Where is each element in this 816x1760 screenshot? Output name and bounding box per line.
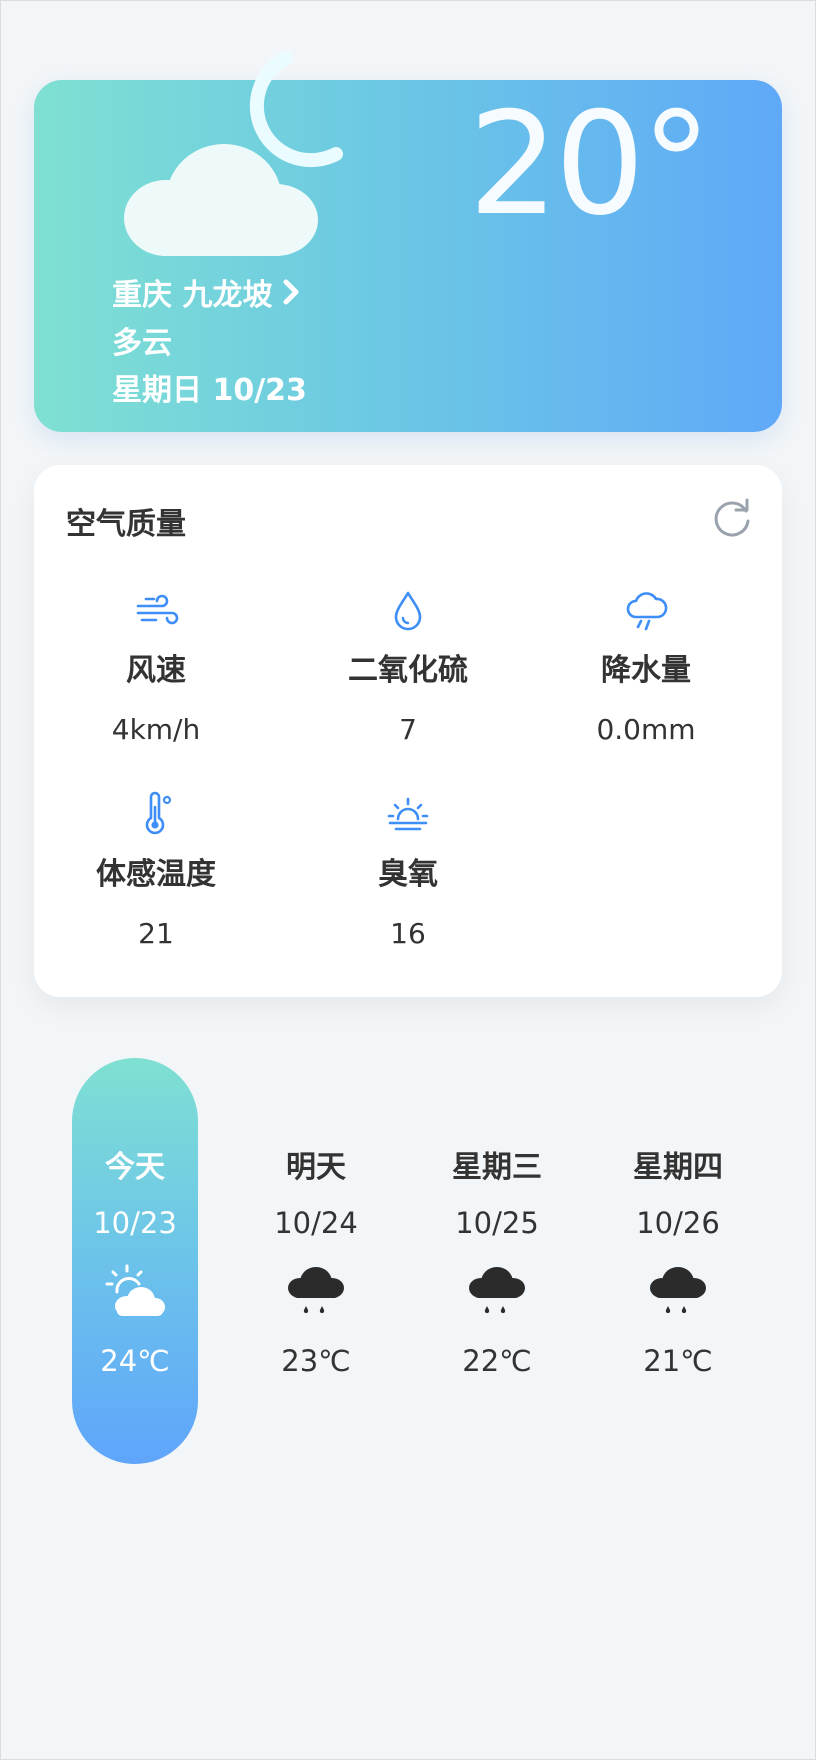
aq-value: 4km/h <box>111 713 201 746</box>
aq-item-so2: 二氧化硫 7 <box>288 587 528 746</box>
forecast-day-tomorrow[interactable]: 明天 10/24 23℃ <box>236 1058 396 1464</box>
daily-forecast: 今天 10/23 24℃ 明天 10/24 23℃ 星期三 10/25 22℃ … <box>0 1058 816 1468</box>
rain-cloud-icon <box>469 1267 525 1314</box>
current-weather-card: 20° 重庆 九龙坡 多云 星期日 10/23 <box>34 51 782 432</box>
forecast-date: 10/24 <box>274 1206 358 1240</box>
forecast-temp: 24℃ <box>100 1344 170 1378</box>
sunrise-icon <box>387 797 429 831</box>
forecast-temp: 22℃ <box>462 1344 532 1378</box>
aq-value: 16 <box>390 917 426 950</box>
forecast-day-label: 明天 <box>286 1150 346 1185</box>
forecast-day-wed[interactable]: 星期三 10/25 22℃ <box>417 1058 577 1464</box>
chevron-right-icon <box>283 279 299 305</box>
location-label: 重庆 九龙坡 <box>112 278 273 313</box>
forecast-temp: 23℃ <box>281 1344 351 1378</box>
forecast-day-today[interactable]: 今天 10/23 24℃ <box>55 1058 215 1464</box>
air-quality-title: 空气质量 <box>66 507 186 542</box>
sun-cloud-icon <box>105 1264 165 1316</box>
aq-label: 二氧化硫 <box>348 653 468 688</box>
aq-label: 臭氧 <box>378 857 438 892</box>
wind-icon <box>136 594 179 625</box>
aq-label: 降水量 <box>601 653 691 688</box>
aq-item-wind: 风速 4km/h <box>36 587 276 746</box>
aq-value: 21 <box>138 917 174 950</box>
forecast-day-label: 星期三 <box>452 1150 542 1185</box>
forecast-day-label: 星期四 <box>633 1150 723 1185</box>
aq-item-feels-like: 体感温度 21 <box>36 791 276 950</box>
location-selector[interactable]: 重庆 九龙坡 <box>112 270 300 314</box>
forecast-date: 10/25 <box>455 1206 539 1240</box>
forecast-day-thu[interactable]: 星期四 10/26 21℃ <box>598 1058 758 1464</box>
weather-condition: 多云 <box>112 326 172 361</box>
aq-label: 体感温度 <box>96 857 216 892</box>
cloudy-night-icon <box>124 51 343 256</box>
aq-label: 风速 <box>126 653 186 688</box>
current-date: 星期日 10/23 <box>112 373 307 408</box>
rain-cloud-icon <box>650 1267 706 1314</box>
rain-cloud-icon <box>626 592 668 631</box>
current-temperature: 20° <box>468 82 712 247</box>
forecast-date: 10/23 <box>93 1206 177 1240</box>
forecast-temp: 21℃ <box>643 1344 713 1378</box>
refresh-icon[interactable] <box>710 497 754 541</box>
forecast-date: 10/26 <box>636 1206 720 1240</box>
aq-item-precipitation: 降水量 0.0mm <box>526 587 766 746</box>
aq-item-ozone: 臭氧 16 <box>288 791 528 950</box>
rain-cloud-icon <box>288 1267 344 1314</box>
aq-value: 0.0mm <box>596 713 696 746</box>
forecast-day-label: 今天 <box>105 1150 165 1185</box>
aq-value: 7 <box>399 713 417 746</box>
water-drop-icon <box>394 591 422 631</box>
air-quality-card: 空气质量 风速 4km/h 二氧化硫 7 降水量 0.0mm 体感温度 21 臭… <box>34 465 782 997</box>
thermometer-icon <box>145 791 172 835</box>
